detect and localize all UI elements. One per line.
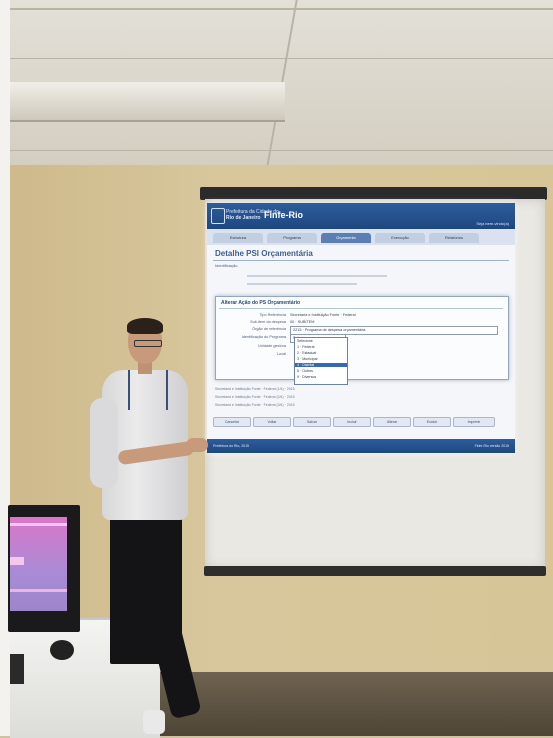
table-row: Secretaria e Instituição Fonte · Federal… — [215, 395, 295, 399]
dropdown-option-selected[interactable]: 4 · Distrital — [295, 363, 347, 367]
cancel-button[interactable]: Cancelar — [213, 417, 251, 427]
ceiling-tile-seam — [0, 150, 553, 151]
tab-programa[interactable]: Programa — [267, 233, 317, 243]
modal-title: Alterar Ação do PS Orçamentário — [221, 300, 301, 306]
organ-select-value: 2215 · Programa de despesa orçamentária — [293, 328, 366, 332]
city-logo-icon — [211, 208, 225, 224]
print-button[interactable]: Imprimir — [453, 417, 495, 427]
dropdown-option[interactable]: 2 · Estadual — [297, 351, 316, 355]
app-name: Finfe-Rio — [264, 210, 303, 220]
section-heading: Identificação — [215, 263, 238, 268]
edit-button[interactable]: Alterar — [373, 417, 411, 427]
ceiling-tile-seam — [0, 58, 553, 59]
page-title: Detalhe PSI Orçamentária — [215, 249, 313, 258]
tab-relatorios[interactable]: Relatórios — [429, 233, 479, 243]
presenter-shoe — [143, 710, 165, 734]
footer-right-text: Finfe-Rio versão 2015 — [474, 444, 509, 448]
field-value: 00 · SUBITEM — [290, 320, 315, 324]
delete-button[interactable]: Excluir — [413, 417, 451, 427]
add-button[interactable]: Incluir — [333, 417, 371, 427]
presenter-arm — [90, 398, 118, 488]
dropdown-option[interactable]: 5 · Outros — [297, 369, 313, 373]
tab-execucao[interactable]: Execução — [375, 233, 425, 243]
field-label: Sub-item da despesa — [250, 320, 286, 324]
dropdown-option[interactable]: 3 · Municipal — [297, 357, 317, 361]
presenter-lanyard — [128, 370, 168, 410]
save-button[interactable]: Salvar — [293, 417, 331, 427]
ceiling-light — [10, 82, 285, 122]
field-label: Órgão de referência — [252, 327, 286, 331]
table-row: Secretaria e Instituição Fonte · Federal… — [215, 403, 295, 407]
dropdown-option[interactable]: 9 · Diversos — [297, 375, 316, 379]
field-label: Unidade gestora — [258, 344, 286, 348]
footer-left-text: Prefeitura do Rio, 2015 — [213, 444, 249, 448]
org-name-line2: Rio de Janeiro — [226, 215, 261, 221]
background-form-line — [247, 275, 387, 277]
glasses-icon — [134, 340, 162, 347]
keyboard — [10, 654, 24, 684]
app-footer: Prefeitura do Rio, 2015 Finfe-Rio versão… — [207, 439, 515, 453]
presenter-hand — [186, 438, 208, 452]
presenter-pants — [110, 514, 182, 664]
mouse — [50, 640, 74, 660]
presenter — [88, 318, 218, 736]
tab-estrutura[interactable]: Estrutura — [213, 233, 263, 243]
monitor-screen-bar — [10, 523, 67, 526]
monitor-screen — [10, 517, 67, 611]
field-label: Tipo Referência — [259, 313, 286, 317]
title-divider — [213, 260, 509, 261]
user-info: Seja bem-vindo(a) — [476, 221, 509, 226]
tab-orcamento[interactable]: Orçamento — [321, 233, 371, 243]
table-row: Secretaria e Instituição Fonte · Federal… — [215, 387, 295, 391]
app-header: Prefeitura da Cidade do Rio de Janeiro F… — [207, 203, 515, 229]
program-dropdown-list: Selecione 1 · Federal 2 · Estadual 3 · M… — [294, 337, 348, 385]
edit-action-modal: Alterar Ação do PS Orçamentário Tipo Ref… — [215, 296, 509, 385]
screen-bottom-bar — [204, 566, 546, 576]
tab-bar: Estrutura Programa Orçamento Execução Re… — [207, 229, 515, 245]
monitor-screen-bar — [10, 589, 67, 592]
program-select-label: Identificação do Programa — [241, 335, 286, 339]
action-button-bar: Cancelar Voltar Salvar Incluir Alterar E… — [213, 417, 509, 427]
background-form-line — [247, 283, 357, 285]
presenter-hair — [127, 318, 163, 334]
field-value: Secretaria e Instituição Fonte · Federal — [290, 313, 356, 317]
dropdown-option[interactable]: Selecione — [297, 339, 313, 343]
monitor-screen-bar — [10, 557, 24, 565]
dropdown-option[interactable]: 1 · Federal — [297, 345, 314, 349]
back-button[interactable]: Voltar — [253, 417, 291, 427]
projected-app: Prefeitura da Cidade do Rio de Janeiro F… — [207, 203, 515, 453]
field-label: Local — [276, 352, 286, 356]
modal-divider — [219, 308, 503, 309]
ceiling-tile-seam — [0, 8, 553, 10]
